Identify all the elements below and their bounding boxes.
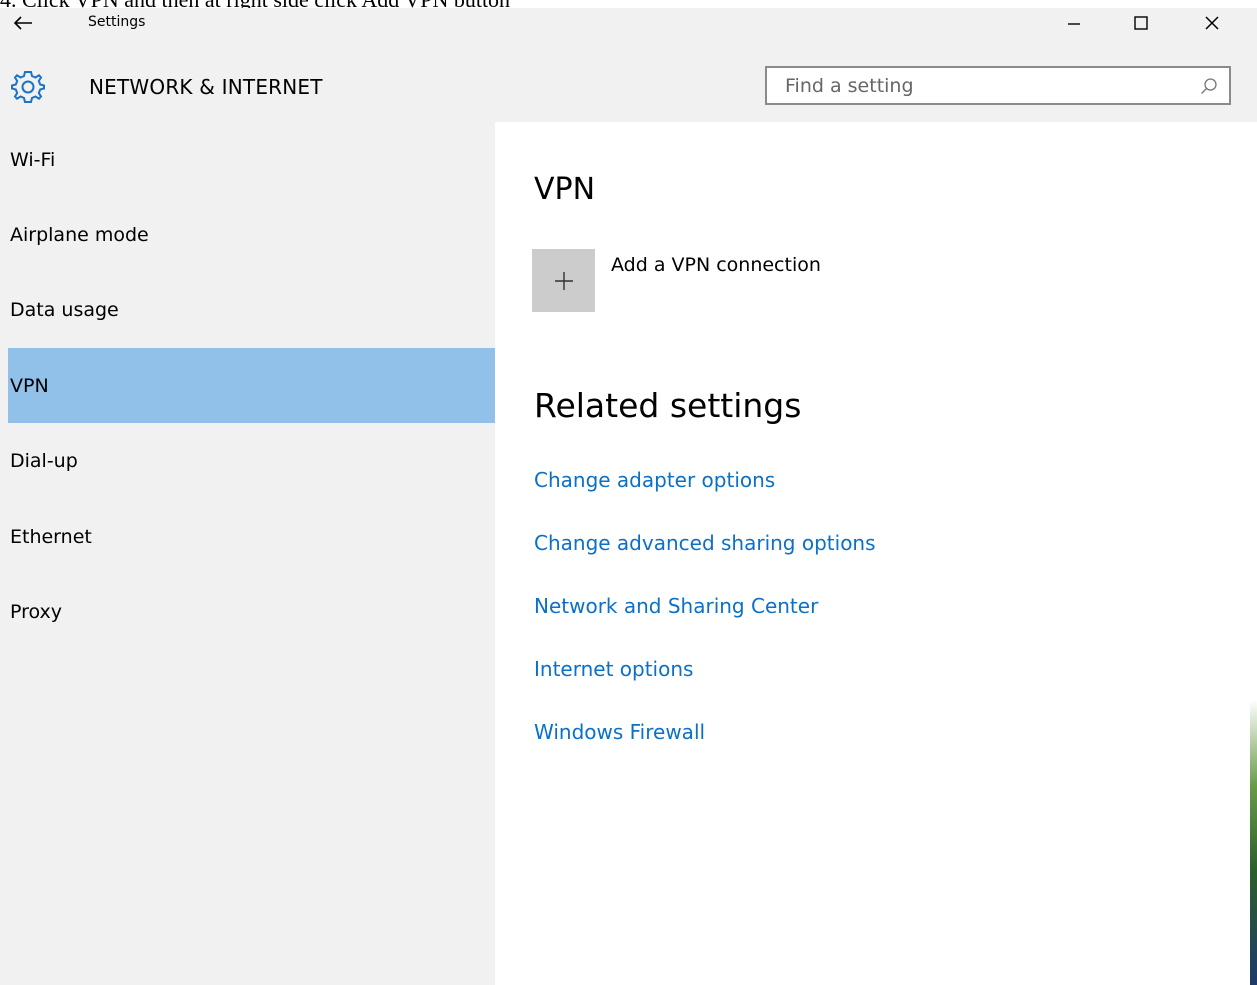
back-button[interactable] bbox=[0, 8, 46, 38]
link-change-adapter-options[interactable]: Change adapter options bbox=[534, 468, 775, 492]
sidebar-item-ethernet[interactable]: Ethernet bbox=[8, 499, 495, 574]
sidebar-item-dial-up[interactable]: Dial-up bbox=[8, 423, 495, 498]
maximize-icon bbox=[1134, 16, 1148, 30]
maximize-button[interactable] bbox=[1115, 8, 1167, 38]
close-button[interactable] bbox=[1186, 8, 1238, 38]
minimize-icon bbox=[1068, 23, 1080, 25]
header-band: NETWORK & INTERNET bbox=[0, 38, 1257, 122]
link-internet-options[interactable]: Internet options bbox=[534, 657, 693, 681]
sidebar-item-wifi[interactable]: Wi-Fi bbox=[8, 122, 495, 197]
close-icon bbox=[1205, 16, 1219, 30]
search-icon[interactable] bbox=[1189, 68, 1229, 103]
sidebar-item-airplane-mode[interactable]: Airplane mode bbox=[8, 197, 495, 272]
sidebar-item-label: Proxy bbox=[10, 600, 63, 623]
sidebar: Wi-Fi Airplane mode Data usage VPN Dial-… bbox=[0, 122, 495, 985]
sidebar-item-data-usage[interactable]: Data usage bbox=[8, 272, 495, 347]
section-title: NETWORK & INTERNET bbox=[89, 75, 323, 99]
sidebar-item-label: Wi-Fi bbox=[10, 148, 56, 171]
sidebar-item-label: Ethernet bbox=[10, 525, 92, 548]
page-title: VPN bbox=[534, 172, 596, 207]
add-vpn-label[interactable]: Add a VPN connection bbox=[611, 254, 821, 312]
sidebar-item-label: Data usage bbox=[10, 298, 119, 321]
sidebar-item-vpn[interactable]: VPN bbox=[8, 348, 495, 423]
settings-window: Settings NETWORK & INTERNET Find a setti… bbox=[0, 8, 1257, 985]
sidebar-item-label: Airplane mode bbox=[10, 223, 149, 246]
sidebar-item-label: Dial-up bbox=[10, 449, 78, 472]
search-input[interactable] bbox=[767, 68, 1189, 103]
add-vpn-button[interactable]: Add a VPN connection bbox=[532, 249, 821, 312]
desktop-edge bbox=[1250, 700, 1257, 985]
arrow-left-icon bbox=[13, 16, 32, 30]
related-settings-heading: Related settings bbox=[534, 386, 802, 425]
minimize-button[interactable] bbox=[1048, 8, 1100, 38]
sidebar-item-proxy[interactable]: Proxy bbox=[8, 574, 495, 649]
app-title: Settings bbox=[88, 14, 146, 30]
sidebar-item-label: VPN bbox=[10, 374, 49, 397]
link-change-advanced-sharing-options[interactable]: Change advanced sharing options bbox=[534, 531, 876, 555]
gear-icon bbox=[11, 71, 45, 103]
main-content: VPN Add a VPN connection Related setting… bbox=[495, 122, 1257, 985]
title-bar: Settings bbox=[0, 8, 1257, 38]
link-network-and-sharing-center[interactable]: Network and Sharing Center bbox=[534, 594, 818, 618]
add-vpn-tile[interactable] bbox=[532, 249, 595, 312]
link-windows-firewall[interactable]: Windows Firewall bbox=[534, 720, 705, 744]
magnifier-glyph bbox=[1201, 77, 1217, 94]
plus-icon bbox=[554, 271, 573, 290]
search-box[interactable] bbox=[765, 66, 1231, 105]
